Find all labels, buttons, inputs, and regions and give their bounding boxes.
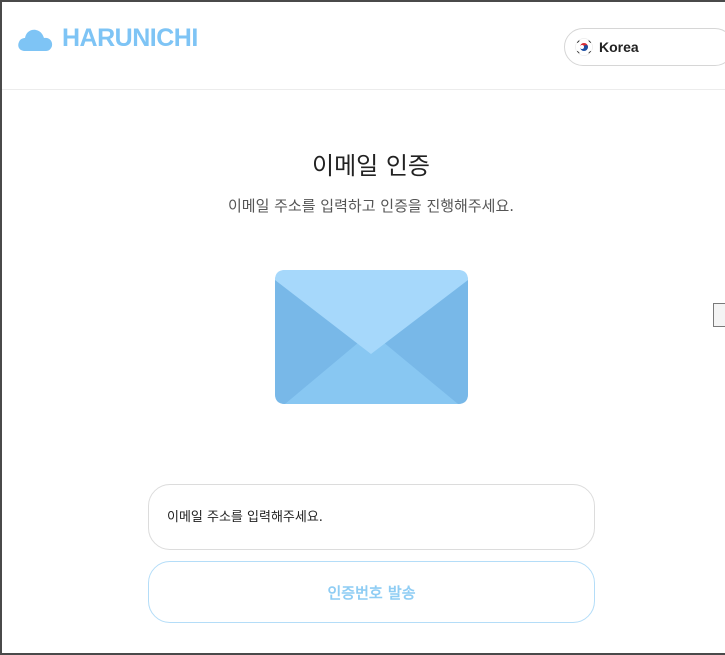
korea-flag-icon bbox=[575, 38, 593, 56]
envelope-icon bbox=[275, 270, 468, 404]
logo-text: HARUNICHI bbox=[62, 24, 198, 52]
cloud-icon bbox=[18, 29, 53, 51]
side-scroll-handle[interactable] bbox=[713, 303, 725, 327]
header: HARUNICHI Korea bbox=[2, 2, 725, 90]
logo[interactable]: HARUNICHI bbox=[16, 24, 198, 53]
language-label: Korea bbox=[599, 39, 639, 55]
language-select[interactable]: Korea bbox=[564, 28, 725, 66]
email-input[interactable] bbox=[148, 484, 595, 550]
send-verification-button[interactable]: 인증번호 발송 bbox=[148, 561, 595, 623]
page-subtitle: 이메일 주소를 입력하고 인증을 진행해주세요. bbox=[227, 197, 515, 215]
page-title: 이메일 인증 bbox=[311, 152, 431, 180]
